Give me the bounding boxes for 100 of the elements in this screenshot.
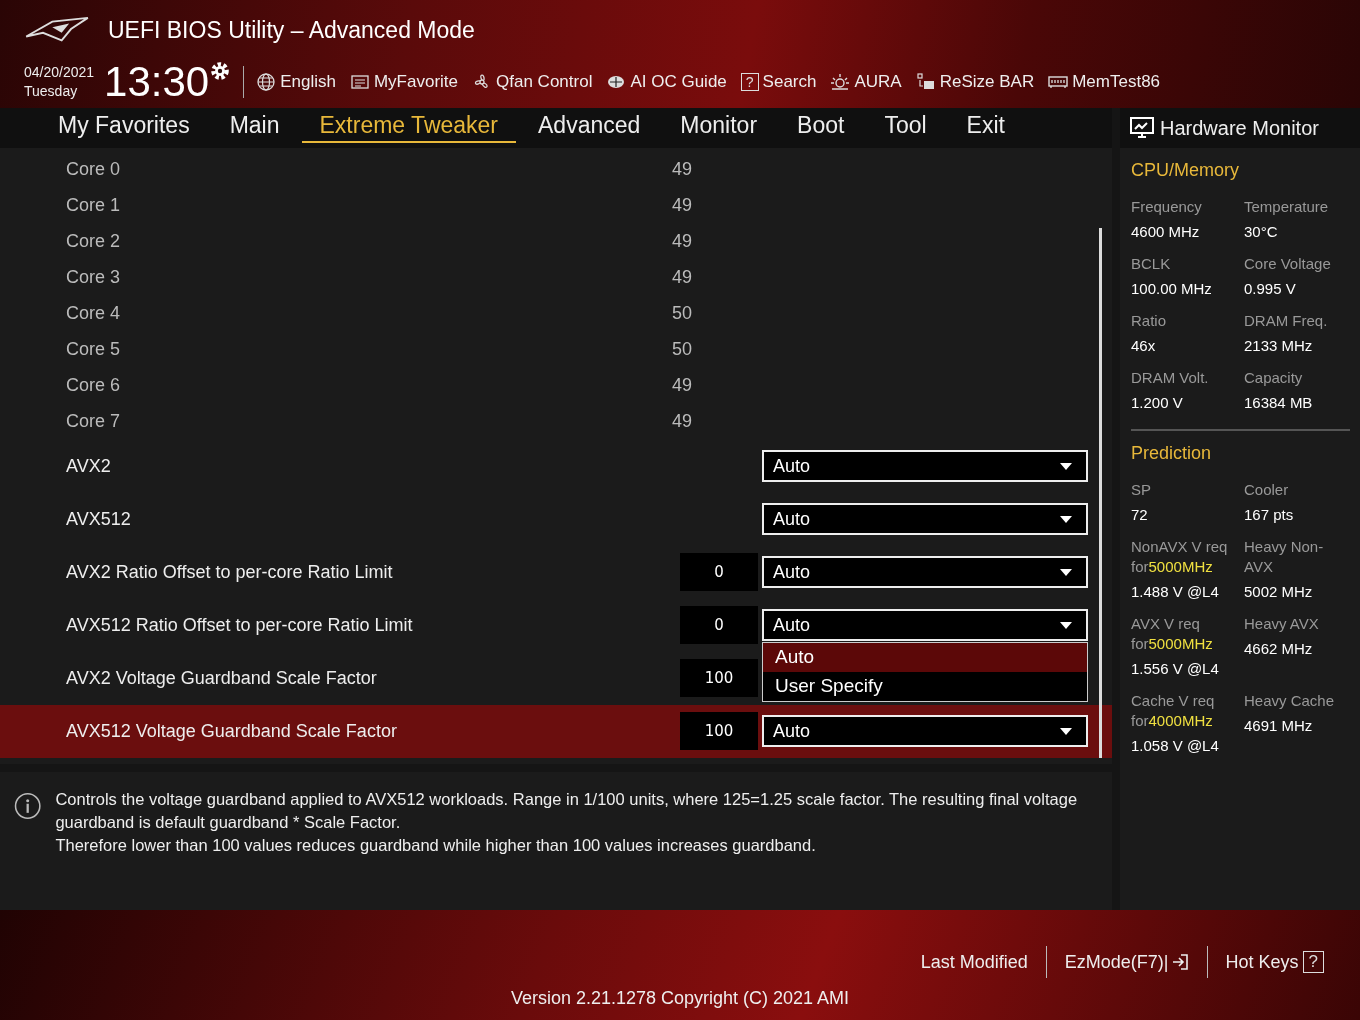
menu-tab[interactable]: Monitor: [662, 112, 776, 144]
dropdown-select[interactable]: Auto: [762, 503, 1088, 536]
day-text: Tuesday: [24, 82, 79, 101]
setting-label[interactable]: Core 3: [66, 267, 121, 289]
setting-label[interactable]: AVX2 Voltage Guardband Scale Factor: [66, 667, 377, 689]
caret-icon: [1060, 727, 1072, 735]
setting-label[interactable]: Core 7: [66, 411, 121, 433]
toolbar-button[interactable]: AURA: [830, 72, 916, 92]
footer-button[interactable]: Last Modified: [902, 951, 1046, 973]
stat-label: Frequency: [1131, 197, 1203, 217]
stat-label: Heavy Non-AVX: [1244, 537, 1325, 577]
setting-value: 49: [671, 159, 694, 181]
stat-value: 2133 MHz: [1244, 337, 1314, 354]
setting-label[interactable]: Core 5: [66, 339, 121, 361]
menu-tab[interactable]: Boot: [779, 112, 863, 144]
menu-tab[interactable]: Main: [211, 112, 298, 144]
menu-tab[interactable]: My Favorites: [40, 112, 208, 144]
stat-value: 4600 MHz: [1131, 223, 1201, 240]
number-field[interactable]: 0: [680, 606, 758, 645]
stat-value: 1.058 V @L4: [1131, 737, 1220, 754]
panel-title: Hardware Monitor: [1160, 116, 1319, 140]
setting-label[interactable]: Core 6: [66, 375, 121, 397]
dropdown-select[interactable]: Auto: [762, 609, 1088, 642]
stat-value: 0.995 V: [1244, 280, 1297, 297]
dropdown-select[interactable]: Auto: [762, 556, 1088, 589]
toolbar-button[interactable]: ReSize BAR: [915, 72, 1049, 92]
stat-label: NonAVX V req for5000MHz: [1131, 537, 1229, 577]
menu-tab[interactable]: Exit: [948, 112, 1023, 144]
setting-label[interactable]: AVX512: [66, 508, 131, 530]
toolbar-button[interactable]: English: [256, 72, 350, 92]
stat-value: 16384 MB: [1244, 394, 1314, 411]
stat-label: Capacity: [1244, 368, 1304, 388]
stat-label: Heavy Cache: [1244, 691, 1336, 711]
stat-value: 5002 MHz: [1244, 583, 1314, 600]
sun-icon: [830, 72, 851, 92]
dropdown-option[interactable]: Auto: [763, 642, 1087, 672]
exit-icon: [1170, 953, 1189, 971]
setting-label[interactable]: AVX512 Ratio Offset to per-core Ratio Limit: [66, 614, 413, 636]
dropdown-select[interactable]: Auto: [762, 715, 1088, 748]
setting-label[interactable]: Core 4: [66, 303, 121, 325]
setting-label[interactable]: Core 0: [66, 159, 121, 181]
stat-label: Cooler: [1244, 480, 1290, 500]
menu-tab[interactable]: Advanced: [520, 112, 659, 144]
stat-value: 167 pts: [1244, 506, 1295, 523]
stat-value: 72: [1131, 506, 1149, 523]
date-text: 04/20/2021: [24, 63, 95, 82]
setting-value: 49: [671, 195, 694, 217]
menu-tab[interactable]: Tool: [866, 112, 945, 144]
question-icon: ?: [1302, 951, 1324, 973]
setting-label[interactable]: Core 2: [66, 231, 121, 253]
setting-label[interactable]: AVX2 Ratio Offset to per-core Ratio Limit: [66, 561, 393, 583]
number-field[interactable]: 100: [680, 659, 758, 698]
stat-label: Cache V req for4000MHz: [1131, 691, 1216, 731]
scroll-bar[interactable]: [1099, 227, 1102, 758]
toolbar-button[interactable]: ? Search: [740, 72, 831, 92]
setting-value: 49: [671, 411, 694, 433]
setting-value: 50: [671, 339, 694, 361]
number-field[interactable]: 100: [680, 712, 758, 751]
caret-icon: [1060, 568, 1072, 576]
help-text: Controls the voltage guardband applied to AVX512 workloads. Range in 1/100 units, where 125=1.25 scale factor. The resulting final voltage guardband is default guardband * Scale Factor.: [55, 789, 1079, 834]
eye-logo-icon: [24, 16, 90, 44]
settings-icon[interactable]: [209, 60, 232, 82]
toolbar-button[interactable]: Qfan Control: [472, 72, 607, 92]
window-title: UEFI BIOS Utility – Advanced Mode: [108, 16, 475, 44]
stat-label: DRAM Volt.: [1131, 368, 1210, 388]
stat-value: 1.556 V @L4: [1131, 660, 1220, 677]
stat-label: Core Voltage: [1244, 254, 1332, 274]
stat-value: 100.00 MHz: [1131, 280, 1213, 297]
menu-tab[interactable]: Extreme Tweaker: [301, 112, 517, 144]
section-title: CPU/Memory: [1131, 160, 1240, 181]
stat-label: Heavy AVX: [1244, 614, 1320, 634]
setting-label[interactable]: AVX512 Voltage Guardband Scale Factor: [66, 720, 397, 742]
stat-value: 30°C: [1244, 223, 1279, 240]
number-field[interactable]: 0: [680, 553, 758, 592]
toolbar-button[interactable]: MyFavorite: [349, 72, 473, 92]
globe-icon: [256, 72, 277, 92]
setting-value: 49: [671, 375, 694, 397]
selected-row-highlight[interactable]: AVX512 Voltage Guardband Scale Factor 100 Auto: [0, 704, 1112, 758]
stat-value: 46x: [1131, 337, 1157, 354]
toolbar-button[interactable]: AI OC Guide: [606, 72, 741, 92]
setting-label[interactable]: AVX2: [66, 455, 111, 477]
stat-label: SP: [1131, 480, 1152, 500]
toolbar-button[interactable]: MemTest86: [1048, 72, 1175, 92]
section-title: Prediction: [1131, 443, 1213, 464]
clock-time: 13:30: [104, 58, 210, 106]
monitor-icon: [1130, 117, 1154, 139]
stat-label: DRAM Freq.: [1244, 311, 1329, 331]
setting-label[interactable]: Core 1: [66, 195, 121, 217]
resize-icon: [915, 72, 936, 92]
footer-button[interactable]: EzMode(F7)|: [1046, 951, 1207, 973]
stat-value: 4691 MHz: [1244, 717, 1314, 734]
stat-label: Ratio: [1131, 311, 1168, 331]
version-text: Version 2.21.1278 Copyright (C) 2021 AMI: [510, 988, 850, 1009]
stat-value: 1.488 V @L4: [1131, 583, 1220, 600]
setting-value: 49: [671, 231, 694, 253]
footer-button[interactable]: Hot Keys ?: [1207, 951, 1342, 973]
caret-icon: [1060, 621, 1072, 629]
stat-label: AVX V req for5000MHz: [1131, 614, 1214, 654]
stat-value: 4662 MHz: [1244, 640, 1314, 657]
dropdown-select[interactable]: Auto: [762, 450, 1088, 483]
